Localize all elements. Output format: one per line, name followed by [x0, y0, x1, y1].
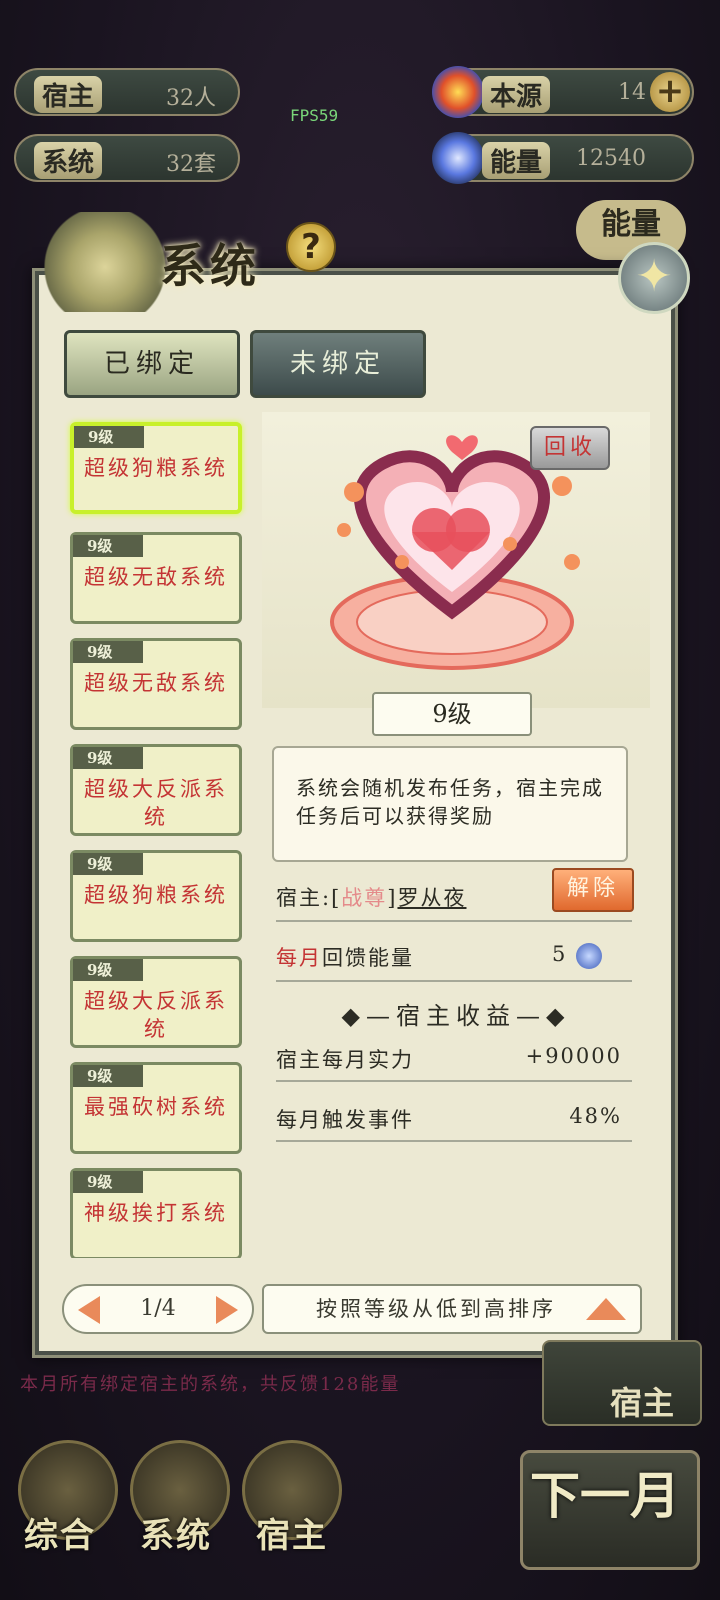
sort-button[interactable]: 按照等级从低到高排序 — [262, 1284, 642, 1334]
stat-row: 每月触发事件 48% — [276, 1104, 632, 1134]
host-count-label: 宿主 — [34, 76, 103, 113]
card-name: 神级挨打系统 — [84, 1201, 228, 1225]
system-card[interactable]: 9级 神级挨打系统 — [70, 1168, 242, 1258]
host-name[interactable]: 罗从夜 — [397, 886, 466, 910]
system-description: 系统会随机发布任务，宿主完成任务后可以获得奖励 — [272, 746, 628, 862]
card-level: 9级 — [73, 641, 143, 663]
stat-value: +90000 — [525, 1044, 622, 1068]
card-level: 9级 — [74, 426, 144, 448]
energy-orb-icon — [432, 132, 484, 184]
card-name: 超级大反派系统 — [84, 777, 228, 829]
card-level: 9级 — [73, 1065, 143, 1087]
system-count-value: 32套 — [166, 152, 216, 177]
host-suffix: ] — [387, 886, 398, 910]
fps-counter: FPS59 — [290, 106, 339, 125]
card-name: 最强砍树系统 — [84, 1095, 228, 1119]
monthly-prefix: 每月 — [276, 946, 322, 970]
monthly-value: 5 — [551, 942, 568, 966]
system-count-label: 系统 — [34, 142, 103, 179]
sort-label: 按照等级从低到高排序 — [316, 1297, 556, 1321]
card-level: 9级 — [73, 535, 143, 557]
divider — [276, 920, 632, 922]
card-name: 超级无敌系统 — [84, 565, 228, 589]
system-card[interactable]: 9级 超级大反派系统 — [70, 956, 242, 1048]
system-card[interactable]: 9级 超级狗粮系统 — [70, 850, 242, 942]
divider — [276, 980, 632, 982]
pager: 1/4 — [62, 1284, 254, 1334]
nav-overview-label: 综合 — [24, 1516, 96, 1556]
stat-value: 48% — [569, 1104, 622, 1128]
panel-title: 系统 — [160, 239, 260, 293]
energy-gem-icon — [576, 942, 602, 969]
monthly-value-wrap: 5 — [552, 942, 602, 969]
energy-resource-bar: 能量 12540 — [432, 132, 694, 184]
system-card[interactable]: 9级 超级大反派系统 — [70, 744, 242, 836]
host-count-bar: 宿主 32人 — [14, 68, 240, 116]
card-name: 超级狗粮系统 — [84, 456, 228, 480]
divider — [276, 1080, 632, 1082]
card-level: 9级 — [73, 1171, 143, 1193]
nav-host-label: 宿主 — [256, 1516, 328, 1556]
nav-system-label: 系统 — [140, 1516, 212, 1556]
next-month-label: 下一月 — [530, 1466, 680, 1525]
card-level: 9级 — [73, 853, 143, 875]
recycle-button[interactable]: 回收 — [530, 426, 610, 470]
card-name: 超级狗粮系统 — [84, 883, 228, 907]
host-rank: 战尊 — [341, 886, 388, 910]
next-page-arrow-icon[interactable] — [216, 1296, 238, 1324]
flame-orb-icon — [432, 66, 484, 118]
system-card[interactable]: 9级 超级无敌系统 — [70, 638, 242, 730]
host-prefix: 宿主:[ — [276, 886, 342, 910]
monthly-feedback-note: 本月所有绑定宿主的系统，共反馈128能量 — [20, 1374, 401, 1395]
page-indicator: 1/4 — [140, 1296, 176, 1321]
host-income-label: 宿主收益 — [396, 1002, 516, 1030]
unbind-button[interactable]: 解除 — [552, 868, 634, 912]
monthly-label: 回馈能量 — [322, 946, 414, 970]
prev-page-arrow-icon[interactable] — [78, 1296, 100, 1324]
add-source-button[interactable]: + — [650, 72, 690, 112]
system-level-badge: 9级 — [372, 692, 532, 736]
host-count-value: 32人 — [166, 86, 216, 111]
planet-orb-icon — [40, 212, 170, 312]
stat-label: 宿主每月实力 — [276, 1048, 414, 1072]
sort-up-arrow-icon — [586, 1298, 626, 1320]
energy-label: 能量 — [482, 142, 551, 179]
tab-unbound[interactable]: 未绑定 — [250, 330, 426, 398]
find-host-label: 宿主 — [610, 1384, 675, 1422]
system-card[interactable]: 9级 超级无敌系统 — [70, 532, 242, 624]
divider — [276, 1140, 632, 1142]
source-value: 14 — [618, 80, 646, 105]
energy-value: 12540 — [576, 146, 646, 171]
system-card[interactable]: 9级 超级狗粮系统 — [70, 422, 242, 514]
source-label: 本源 — [482, 76, 551, 113]
stat-row: 宿主每月实力 +90000 — [276, 1044, 632, 1074]
panel-header: 系统 ? — [30, 212, 336, 312]
system-artwork: 回收 — [262, 412, 650, 708]
system-detail: 回收 9级 系统会随机发布任务，宿主完成任务后可以获得奖励 宿主:[战尊]罗从夜… — [262, 412, 650, 1276]
system-card[interactable]: 9级 最强砍树系统 — [70, 1062, 242, 1154]
card-level: 9级 — [73, 959, 143, 981]
system-list[interactable]: 9级 超级狗粮系统 9级 超级无敌系统 9级 超级无敌系统 9级 超级大反派系统… — [58, 410, 254, 1258]
card-level: 9级 — [73, 747, 143, 769]
tab-bound[interactable]: 已绑定 — [64, 330, 240, 398]
stat-label: 每月触发事件 — [276, 1108, 414, 1132]
card-name: 超级无敌系统 — [84, 671, 228, 695]
monthly-energy-row: 每月回馈能量 5 — [276, 942, 632, 972]
source-resource-bar: 本源 14 + — [432, 66, 694, 118]
card-name: 超级大反派系统 — [84, 989, 228, 1041]
host-income-title: ◆—宿主收益—◆ — [341, 1002, 571, 1030]
help-icon[interactable]: ? — [286, 222, 336, 272]
system-count-bar: 系统 32套 — [14, 134, 240, 182]
close-button[interactable]: ✦ — [618, 242, 690, 314]
